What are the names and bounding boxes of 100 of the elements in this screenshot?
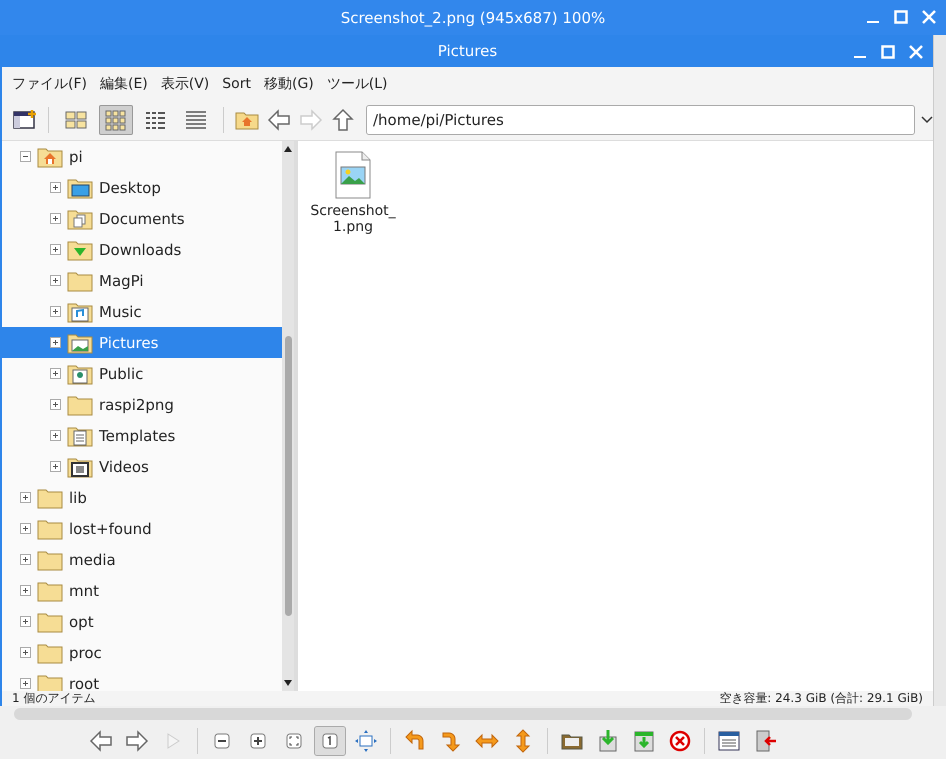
tree-item[interactable]: lib: [2, 482, 282, 513]
expander-icon[interactable]: [20, 616, 31, 627]
tree-item[interactable]: Public: [2, 358, 282, 389]
folder-icon: [67, 176, 93, 198]
tree-item[interactable]: mnt: [2, 575, 282, 606]
icons-view-icon[interactable]: [64, 109, 88, 131]
menu-item[interactable]: ツール(L): [326, 74, 388, 92]
expander-icon[interactable]: [50, 337, 61, 348]
folder-icon: [37, 642, 63, 664]
folder-icon: [67, 362, 93, 384]
expander-icon[interactable]: [50, 368, 61, 379]
window-title: Pictures: [438, 42, 498, 60]
menu-item[interactable]: 編集(E): [100, 74, 148, 92]
expander-icon[interactable]: [20, 678, 31, 689]
folder-name: Desktop: [99, 178, 161, 196]
menu-item[interactable]: Sort: [222, 76, 251, 92]
horizontal-scrollbar[interactable]: [14, 708, 912, 720]
folder-icon: [37, 486, 63, 508]
dropdown-icon[interactable]: [921, 116, 933, 124]
tree-item[interactable]: root: [2, 668, 282, 691]
tree-item[interactable]: opt: [2, 606, 282, 637]
folder-icon: [37, 672, 63, 691]
thumbnails-view-button[interactable]: [99, 105, 133, 135]
tree-item[interactable]: Documents: [2, 203, 282, 234]
expander-icon[interactable]: [50, 430, 61, 441]
close-icon[interactable]: [909, 45, 923, 59]
folder-icon: [37, 580, 63, 602]
folder-icon: [37, 548, 63, 570]
expander-icon[interactable]: [20, 554, 31, 565]
expander-icon[interactable]: [20, 585, 31, 596]
expander-icon[interactable]: [50, 182, 61, 193]
compact-view-icon[interactable]: [144, 109, 168, 131]
scroll-thumb[interactable]: [284, 336, 292, 616]
expander-icon[interactable]: [20, 151, 31, 162]
expander-icon[interactable]: [50, 244, 61, 255]
thumbnails-view-icon[interactable]: [104, 109, 128, 131]
expander-icon[interactable]: [50, 461, 61, 472]
folder-icon: [67, 300, 93, 322]
viewer-window-title: Screenshot_2.png (945x687) 100%: [340, 8, 606, 26]
menu-item[interactable]: 移動(G): [264, 74, 314, 92]
folder-icon: [67, 270, 93, 292]
tree-item[interactable]: lost+found: [2, 513, 282, 544]
free-space: 空き容量: 24.3 GiB (合計: 29.1 GiB): [719, 691, 923, 706]
folder-name: mnt: [69, 582, 99, 600]
folder-name: media: [69, 550, 116, 568]
folder-name: Music: [99, 302, 142, 320]
scroll-down-icon[interactable]: [283, 679, 293, 687]
folder-icon: [37, 518, 63, 540]
expander-icon[interactable]: [50, 213, 61, 224]
maximize-icon[interactable]: [894, 10, 908, 24]
folder-name: proc: [69, 644, 102, 662]
folder-name: Documents: [99, 210, 185, 228]
folder-icon: [37, 610, 63, 632]
tree-item[interactable]: proc: [2, 637, 282, 668]
file-item[interactable]: Screenshot_ 1.png: [308, 151, 398, 235]
folder-name: Downloads: [99, 240, 182, 258]
folder-name: Public: [99, 364, 144, 382]
folder-icon: [67, 424, 93, 446]
tree-item[interactable]: MagPi: [2, 265, 282, 296]
tree-item[interactable]: media: [2, 544, 282, 575]
tree-item[interactable]: pi: [2, 141, 282, 172]
up-arrow-icon[interactable]: [330, 108, 356, 132]
expander-icon[interactable]: [20, 647, 31, 658]
folder-icon: [67, 238, 93, 260]
list-view-icon[interactable]: [184, 109, 208, 131]
folder-name: opt: [69, 612, 94, 630]
tree-item[interactable]: Desktop: [2, 172, 282, 203]
tree-item[interactable]: Music: [2, 296, 282, 327]
folder-name: root: [69, 674, 100, 691]
menu-item[interactable]: 表示(V): [160, 74, 210, 92]
maximize-icon[interactable]: [881, 45, 895, 59]
file-name: Screenshot_ 1.png: [310, 203, 396, 235]
folder-name: Videos: [99, 458, 149, 476]
expander-icon[interactable]: [50, 306, 61, 317]
expander-icon[interactable]: [20, 523, 31, 534]
item-count: 1 個のアイテム: [12, 691, 96, 706]
new-window-icon[interactable]: [12, 109, 38, 131]
scroll-up-icon[interactable]: [283, 145, 293, 153]
folder-icon: [37, 146, 63, 168]
folder-name: pi: [69, 148, 83, 166]
expander-icon[interactable]: [50, 275, 61, 286]
folder-icon: [67, 456, 93, 478]
back-arrow-icon[interactable]: [266, 108, 292, 132]
tree-item[interactable]: Videos: [2, 451, 282, 482]
expander-icon[interactable]: [50, 399, 61, 410]
tree-item[interactable]: Templates: [2, 420, 282, 451]
folder-name: lib: [69, 488, 87, 506]
folder-name: Pictures: [99, 334, 158, 352]
path-field[interactable]: /home/pi/Pictures: [366, 105, 915, 135]
close-icon[interactable]: [922, 10, 936, 24]
tree-item[interactable]: raspi2png: [2, 389, 282, 420]
tree-item[interactable]: Pictures: [2, 327, 282, 358]
tree-scrollbar[interactable]: [282, 141, 294, 691]
folder-name: Templates: [99, 426, 176, 444]
tree-item[interactable]: Downloads: [2, 234, 282, 265]
folder-icon: [67, 332, 93, 354]
expander-icon[interactable]: [20, 492, 31, 503]
viewer-vertical-scrollbar[interactable]: [933, 35, 946, 706]
folder-icon: [67, 208, 93, 230]
menu-item[interactable]: ファイル(F): [12, 74, 87, 92]
